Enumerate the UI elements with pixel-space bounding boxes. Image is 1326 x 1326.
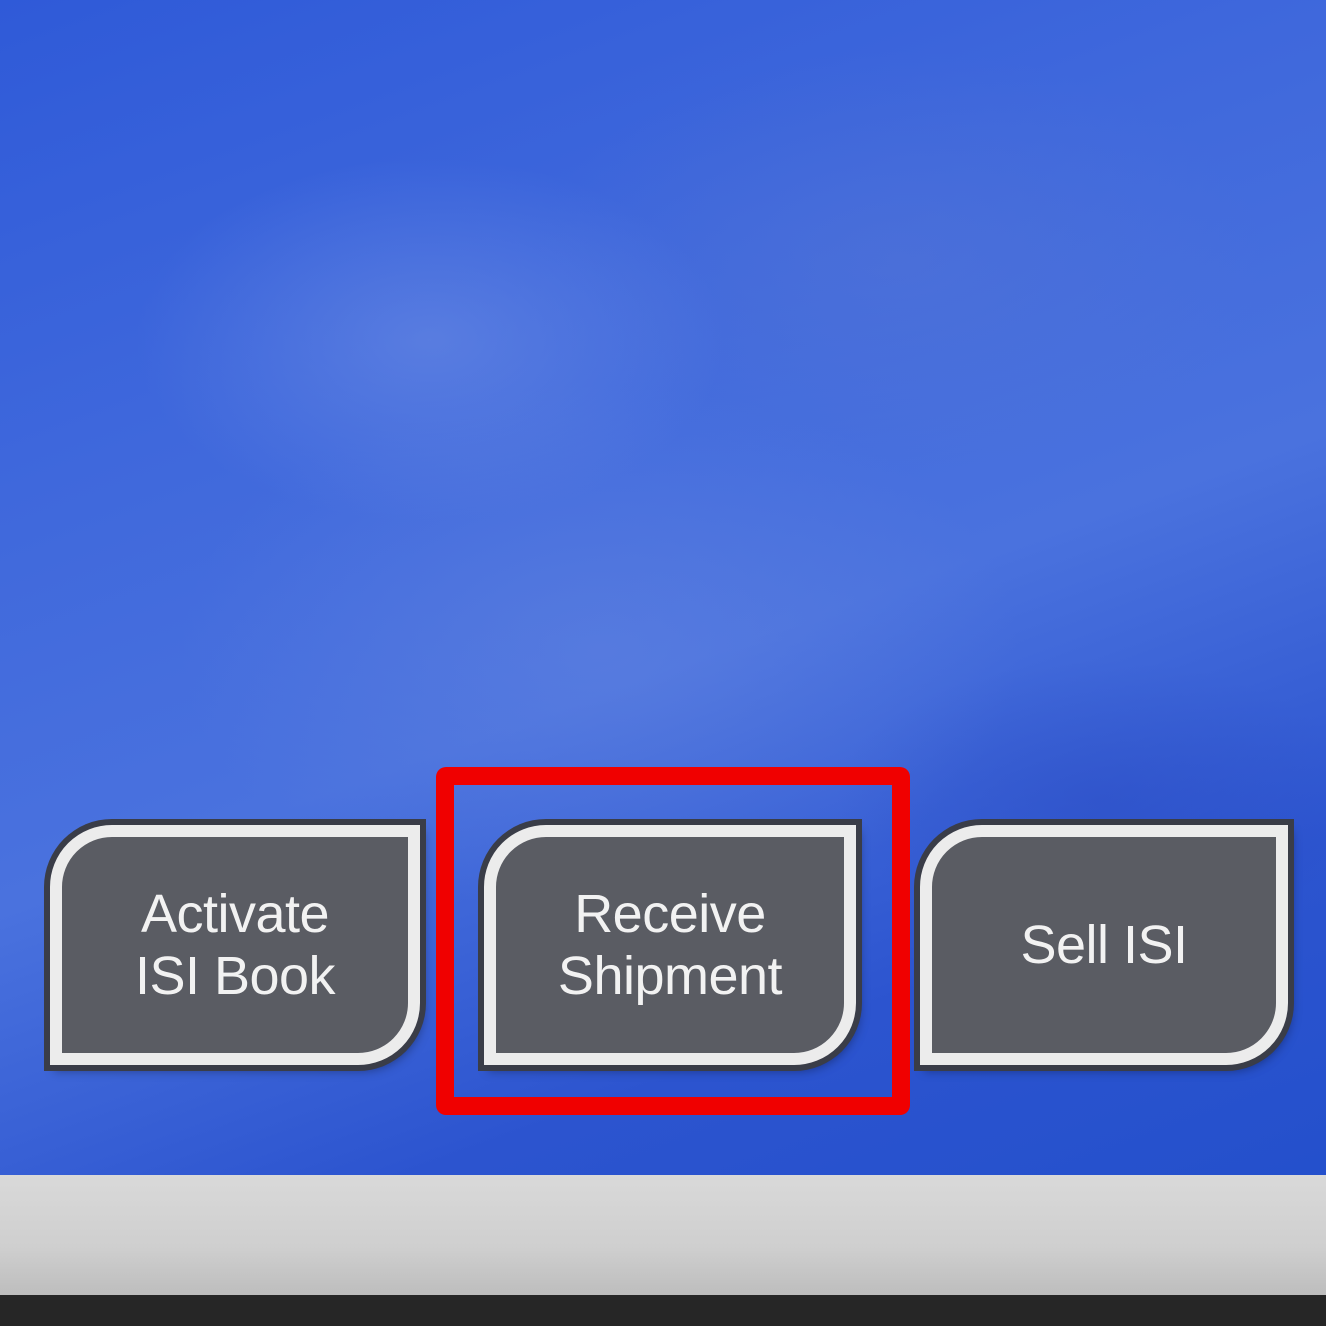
activate-isi-book-label: Activate ISI Book bbox=[134, 884, 336, 1006]
device-bezel bbox=[0, 1295, 1326, 1326]
receive-shipment-label: Receive Shipment bbox=[557, 884, 783, 1006]
screen-bottom-bar bbox=[0, 1175, 1326, 1295]
activate-isi-book-button[interactable]: Activate ISI Book bbox=[50, 825, 420, 1065]
sell-isi-button[interactable]: Sell ISI bbox=[920, 825, 1288, 1065]
sell-isi-label: Sell ISI bbox=[1020, 915, 1188, 975]
receive-shipment-button[interactable]: Receive Shipment bbox=[484, 825, 856, 1065]
